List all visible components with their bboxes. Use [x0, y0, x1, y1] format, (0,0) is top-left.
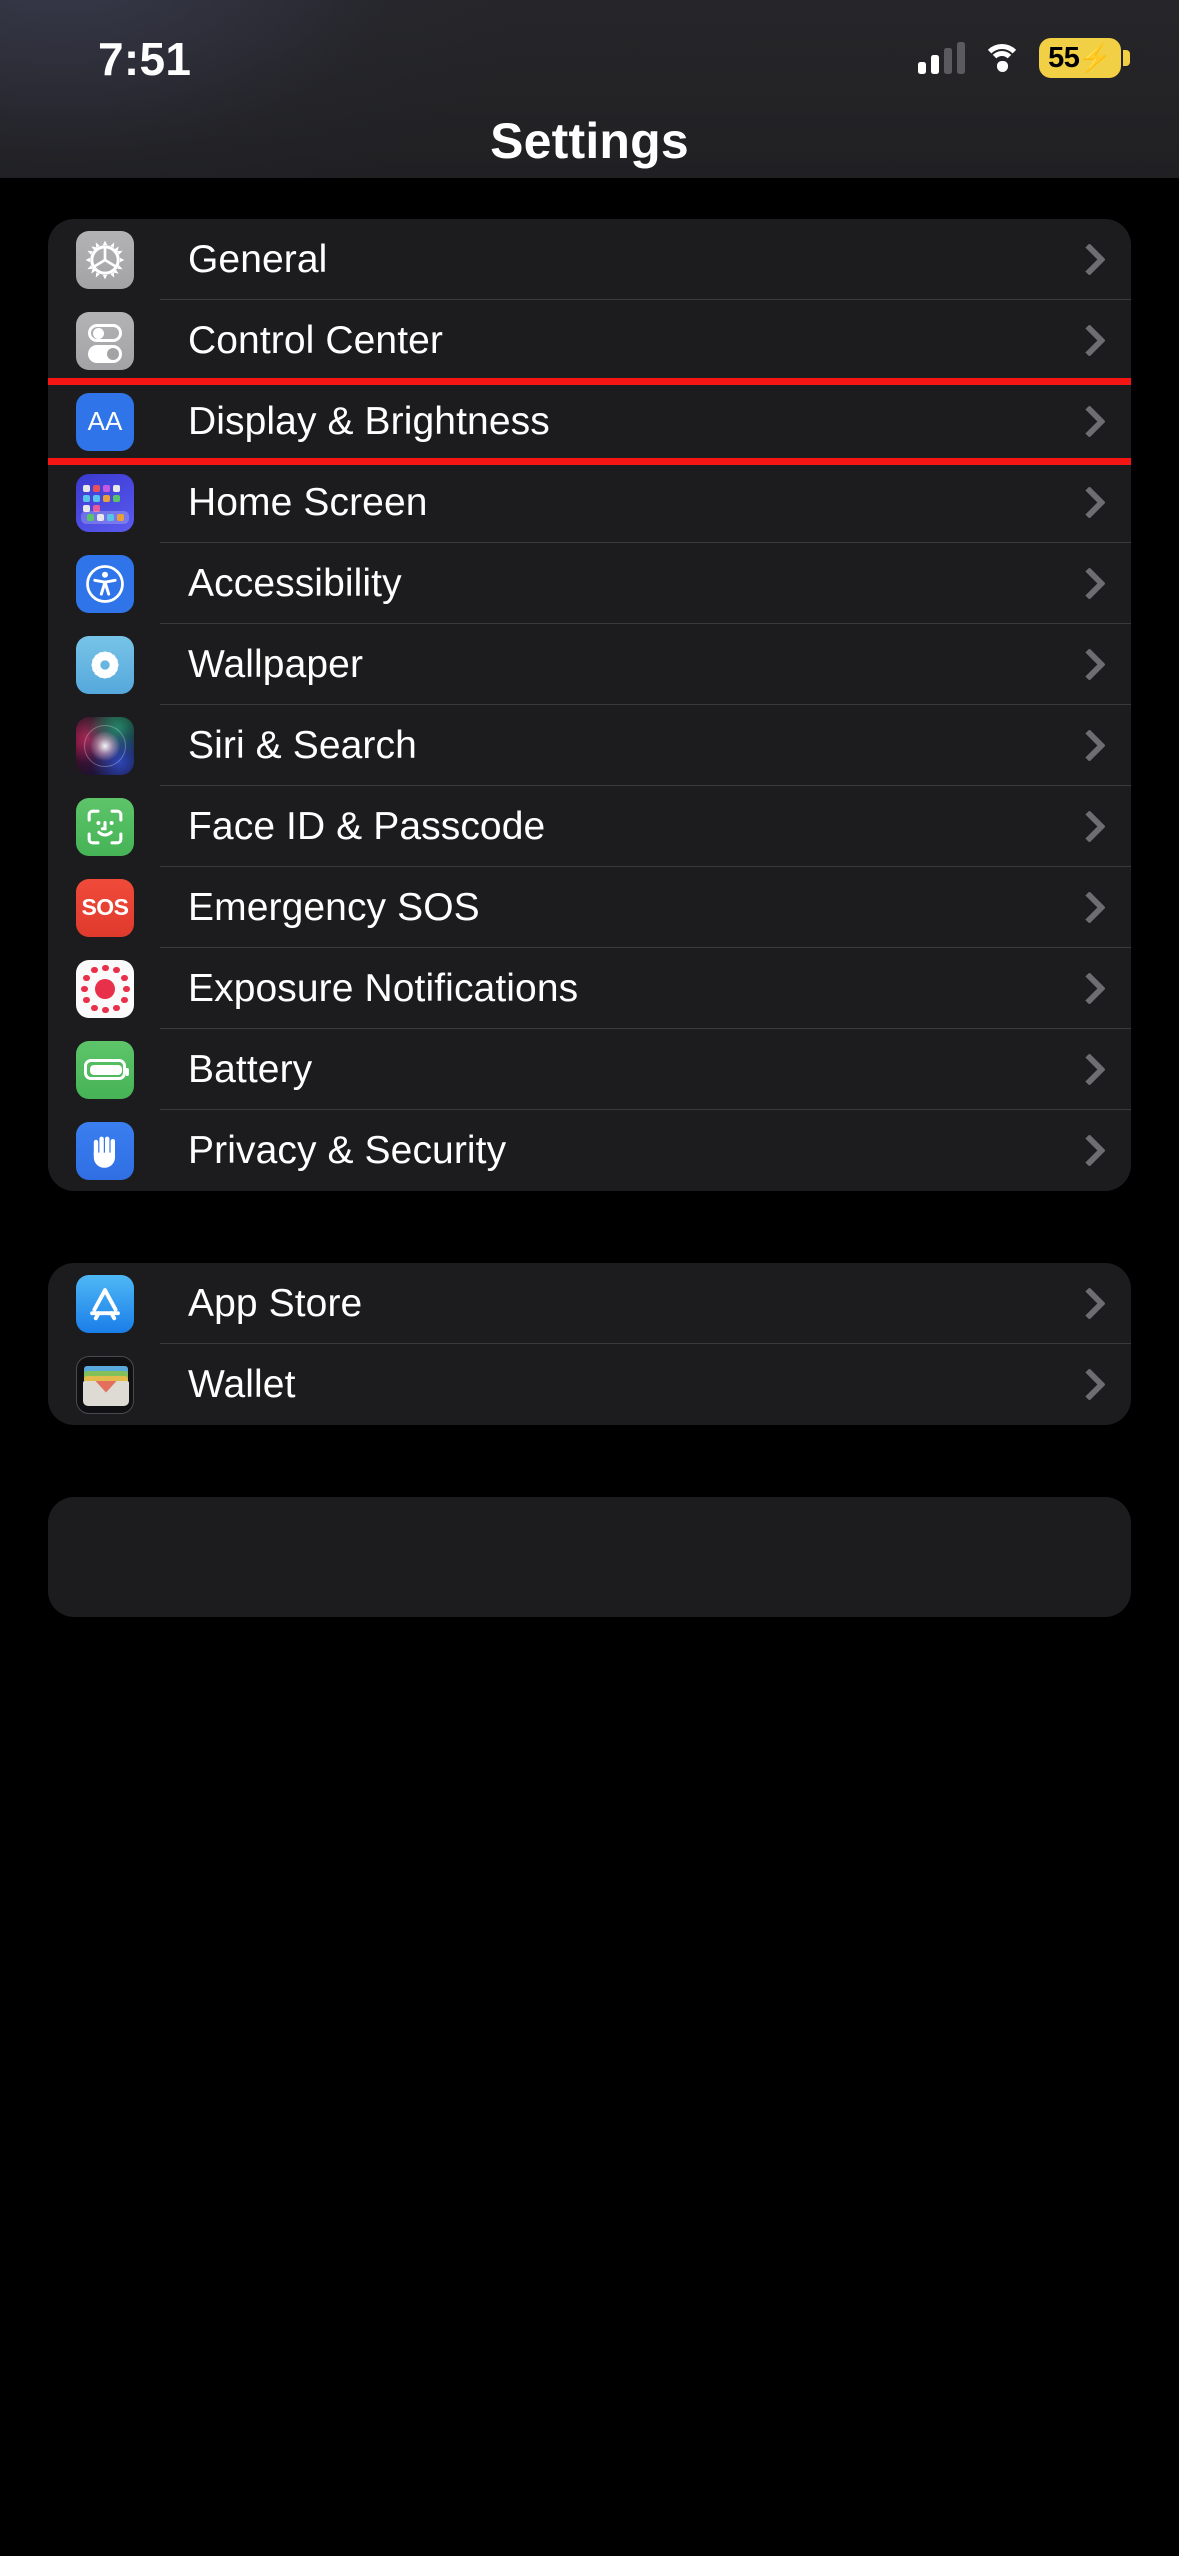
- settings-row-label: Display & Brightness: [188, 399, 550, 443]
- settings-row-label: Exposure Notifications: [188, 966, 579, 1010]
- chevron-right-icon: [1078, 974, 1095, 1004]
- settings-group-stores: App Store Wallet: [48, 1263, 1131, 1425]
- settings-row-label: App Store: [188, 1281, 363, 1325]
- settings-row-app-store[interactable]: App Store: [48, 1263, 1131, 1344]
- chevron-right-icon: [1078, 407, 1095, 437]
- siri-orb-icon: [76, 716, 134, 775]
- battery-status-badge: 55 ⚡: [1039, 38, 1130, 78]
- settings-row-label: Control Center: [188, 318, 444, 362]
- chevron-right-icon: [1078, 731, 1095, 761]
- settings-row-general[interactable]: General: [48, 219, 1131, 300]
- settings-row-battery[interactable]: Battery: [48, 1029, 1131, 1110]
- settings-row-label: Emergency SOS: [188, 885, 480, 929]
- settings-row-label: Wallet: [188, 1362, 296, 1406]
- chevron-right-icon: [1078, 1055, 1095, 1085]
- chevron-right-icon: [1078, 569, 1095, 599]
- status-bar-indicators: 55 ⚡: [918, 36, 1130, 80]
- battery-icon: [76, 1040, 134, 1099]
- status-bar-time: 7:51: [98, 33, 192, 85]
- settings-row-label: Battery: [188, 1047, 313, 1091]
- settings-row-display-brightness[interactable]: AA Display & Brightness: [48, 378, 1131, 465]
- toggles-icon: [76, 311, 134, 370]
- settings-row-accessibility[interactable]: Accessibility: [48, 543, 1131, 624]
- settings-row-wallet[interactable]: Wallet: [48, 1344, 1131, 1425]
- gear-icon: [76, 230, 134, 289]
- battery-percent-label: 55: [1048, 41, 1080, 74]
- settings-row-label: Home Screen: [188, 480, 428, 524]
- settings-row-exposure-notifications[interactable]: Exposure Notifications: [48, 948, 1131, 1029]
- settings-list: General Control Center AA Display & Brig…: [0, 178, 1179, 2556]
- display-brightness-aa-icon: AA: [76, 392, 134, 451]
- settings-row-wallpaper[interactable]: Wallpaper: [48, 624, 1131, 705]
- chevron-right-icon: [1078, 1289, 1095, 1319]
- settings-row-siri-search[interactable]: Siri & Search: [48, 705, 1131, 786]
- settings-row-emergency-sos[interactable]: SOS Emergency SOS: [48, 867, 1131, 948]
- navigation-header: 7:51 55 ⚡ Settings: [0, 0, 1179, 178]
- settings-row-face-id-passcode[interactable]: Face ID & Passcode: [48, 786, 1131, 867]
- chevron-right-icon: [1078, 1370, 1095, 1400]
- settings-row-label: General: [188, 237, 328, 281]
- face-id-icon: [76, 797, 134, 856]
- status-bar: 7:51 55 ⚡: [0, 0, 1179, 100]
- settings-row-privacy-security[interactable]: Privacy & Security: [48, 1110, 1131, 1191]
- settings-row-control-center[interactable]: Control Center: [48, 300, 1131, 381]
- wifi-icon: [982, 42, 1023, 74]
- app-store-icon: [76, 1274, 134, 1333]
- chevron-right-icon: [1078, 326, 1095, 356]
- settings-row-label: Siri & Search: [188, 723, 417, 767]
- settings-row-label: Privacy & Security: [188, 1128, 507, 1172]
- privacy-hand-icon: [76, 1121, 134, 1180]
- settings-row-home-screen[interactable]: Home Screen: [48, 462, 1131, 543]
- charging-bolt-icon: ⚡: [1078, 42, 1112, 73]
- home-screen-grid-icon: [76, 473, 134, 532]
- wallpaper-flower-icon: [76, 635, 134, 694]
- wallet-icon: [76, 1355, 134, 1414]
- page-title: Settings: [490, 113, 689, 169]
- settings-row-label: Accessibility: [188, 561, 402, 605]
- chevron-right-icon: [1078, 245, 1095, 275]
- exposure-notifications-icon: [76, 959, 134, 1018]
- settings-screen: 7:51 55 ⚡ Settings General Control Cente…: [0, 0, 1179, 2556]
- chevron-right-icon: [1078, 893, 1095, 923]
- chevron-right-icon: [1078, 650, 1095, 680]
- settings-row-label: Face ID & Passcode: [188, 804, 546, 848]
- sos-icon: SOS: [76, 878, 134, 937]
- cellular-signal-icon: [918, 42, 966, 74]
- settings-group-partial: [48, 1497, 1131, 1617]
- accessibility-person-icon: [76, 554, 134, 613]
- chevron-right-icon: [1078, 1136, 1095, 1166]
- chevron-right-icon: [1078, 812, 1095, 842]
- settings-group-system: General Control Center AA Display & Brig…: [48, 219, 1131, 1191]
- settings-row-label: Wallpaper: [188, 642, 364, 686]
- chevron-right-icon: [1078, 488, 1095, 518]
